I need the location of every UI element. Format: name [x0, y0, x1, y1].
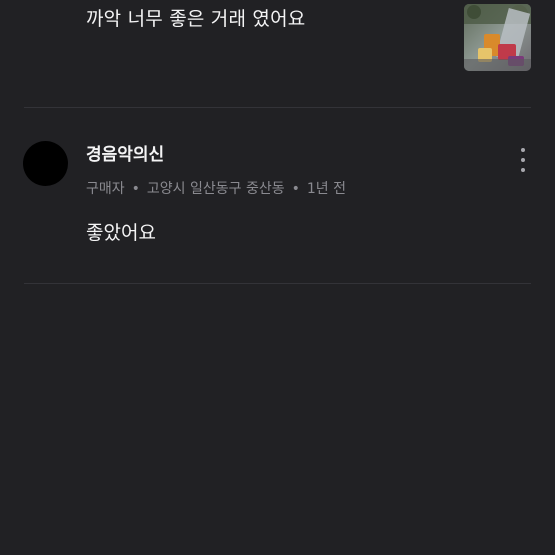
review-photo-thumbnail[interactable]	[464, 4, 531, 71]
more-vertical-icon[interactable]	[512, 146, 534, 174]
divider	[24, 283, 531, 284]
photo-image	[464, 4, 531, 71]
reviewer-location: 고양시 일산동구 중산동	[146, 181, 285, 197]
more-dot	[521, 168, 525, 172]
review-text: 좋았어요	[86, 222, 156, 244]
review-item: 경음악의신 구매자 • 고양시 일산동구 중산동 • 1년 전 좋았어요	[0, 108, 555, 283]
previous-review-text: 까악 너무 좋은 거래 였어요	[86, 8, 306, 30]
previous-review-item: 까악 너무 좋은 거래 였어요	[0, 0, 555, 107]
avatar[interactable]	[23, 141, 68, 186]
reviewer-role: 구매자	[86, 181, 125, 197]
review-time: 1년 전	[306, 181, 346, 197]
more-dot	[521, 148, 525, 152]
meta-separator: •	[291, 181, 300, 197]
more-dot	[521, 158, 525, 162]
review-list-screen: 까악 너무 좋은 거래 였어요 경음악의신 구매자 • 고양시 일산동구 중산동…	[0, 0, 555, 555]
meta-separator: •	[131, 181, 140, 197]
reviewer-name[interactable]: 경음악의신	[86, 144, 164, 166]
review-meta: 구매자 • 고양시 일산동구 중산동 • 1년 전	[86, 179, 346, 199]
